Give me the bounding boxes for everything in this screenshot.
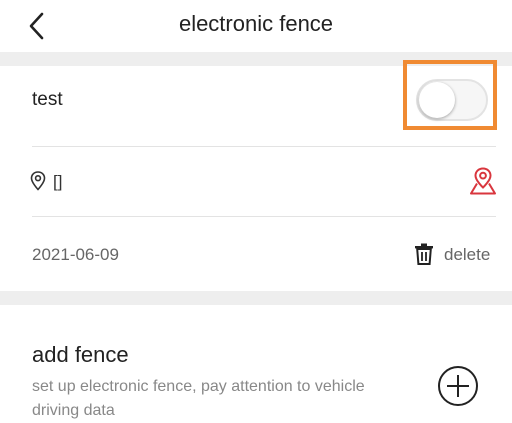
fence-location-text: []: [53, 172, 63, 191]
add-fence-description: set up electronic fence, pay attention t…: [32, 378, 365, 419]
section-separator: [0, 291, 512, 305]
toggle-knob: [419, 82, 455, 118]
fence-enable-toggle[interactable]: [416, 79, 488, 121]
divider: [32, 146, 496, 147]
fence-name: test: [32, 89, 63, 110]
delete-label: delete: [444, 245, 491, 264]
fence-date: 2021-06-09: [32, 245, 119, 264]
map-location-icon[interactable]: [468, 166, 498, 196]
trash-icon: [415, 243, 433, 265]
back-button[interactable]: [24, 10, 54, 42]
divider: [32, 216, 496, 217]
location-pin-icon: [30, 171, 46, 191]
page-title: electronic fence: [178, 11, 334, 36]
top-bar: electronic fence: [0, 0, 512, 52]
add-fence-title: add fence: [32, 342, 129, 367]
chevron-left-icon: [29, 12, 44, 40]
plus-circle-icon[interactable]: [437, 365, 479, 407]
